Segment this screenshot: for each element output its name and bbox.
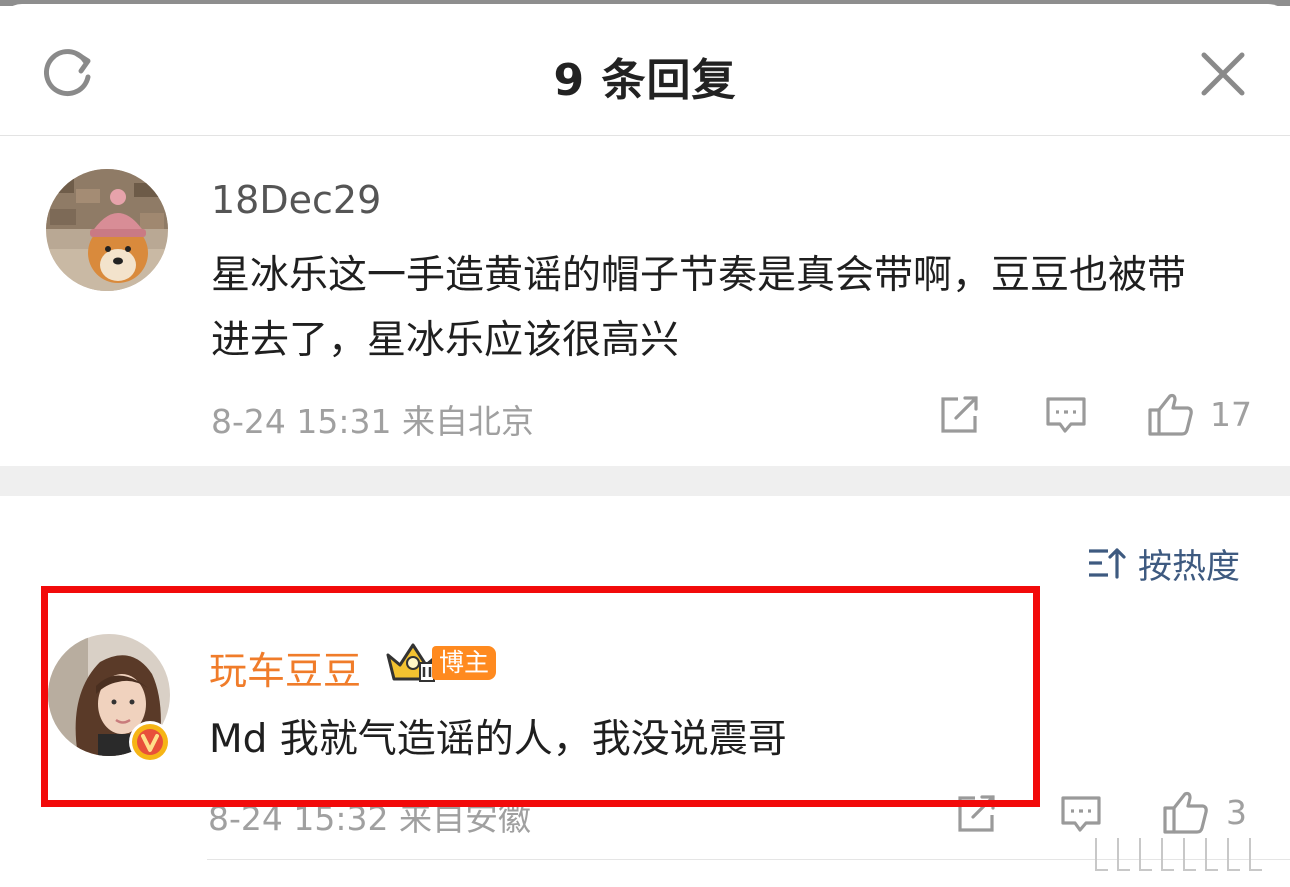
comment-icon[interactable]: [1059, 793, 1103, 835]
avatar[interactable]: [46, 169, 168, 291]
comment-timestamp: 8-24 15:31 来自北京: [211, 402, 534, 441]
like-icon[interactable]: [1146, 390, 1194, 438]
section-divider: [0, 466, 1290, 496]
sheet-header: 9 条回复: [0, 4, 1290, 136]
comment-username[interactable]: 18Dec29: [211, 178, 381, 222]
comment-text: 星冰乐这一手造黄谣的帽子节奏是真会带啊，豆豆也被带进去了，星冰乐应该很高兴: [211, 253, 1187, 363]
watermark-mark: [1095, 838, 1262, 871]
highlight-box: [41, 586, 1040, 807]
sort-button[interactable]: 按热度: [1086, 540, 1240, 587]
like-count: 17: [1210, 395, 1252, 434]
like-icon[interactable]: [1161, 788, 1209, 836]
like-count: 3: [1226, 793, 1247, 832]
comment-icon[interactable]: [1044, 394, 1088, 436]
close-icon[interactable]: [1196, 47, 1250, 101]
share-icon[interactable]: [938, 394, 982, 436]
sort-label: 按热度: [1138, 546, 1240, 587]
sort-icon: [1089, 548, 1126, 579]
page-title: 9 条回复: [553, 55, 737, 106]
